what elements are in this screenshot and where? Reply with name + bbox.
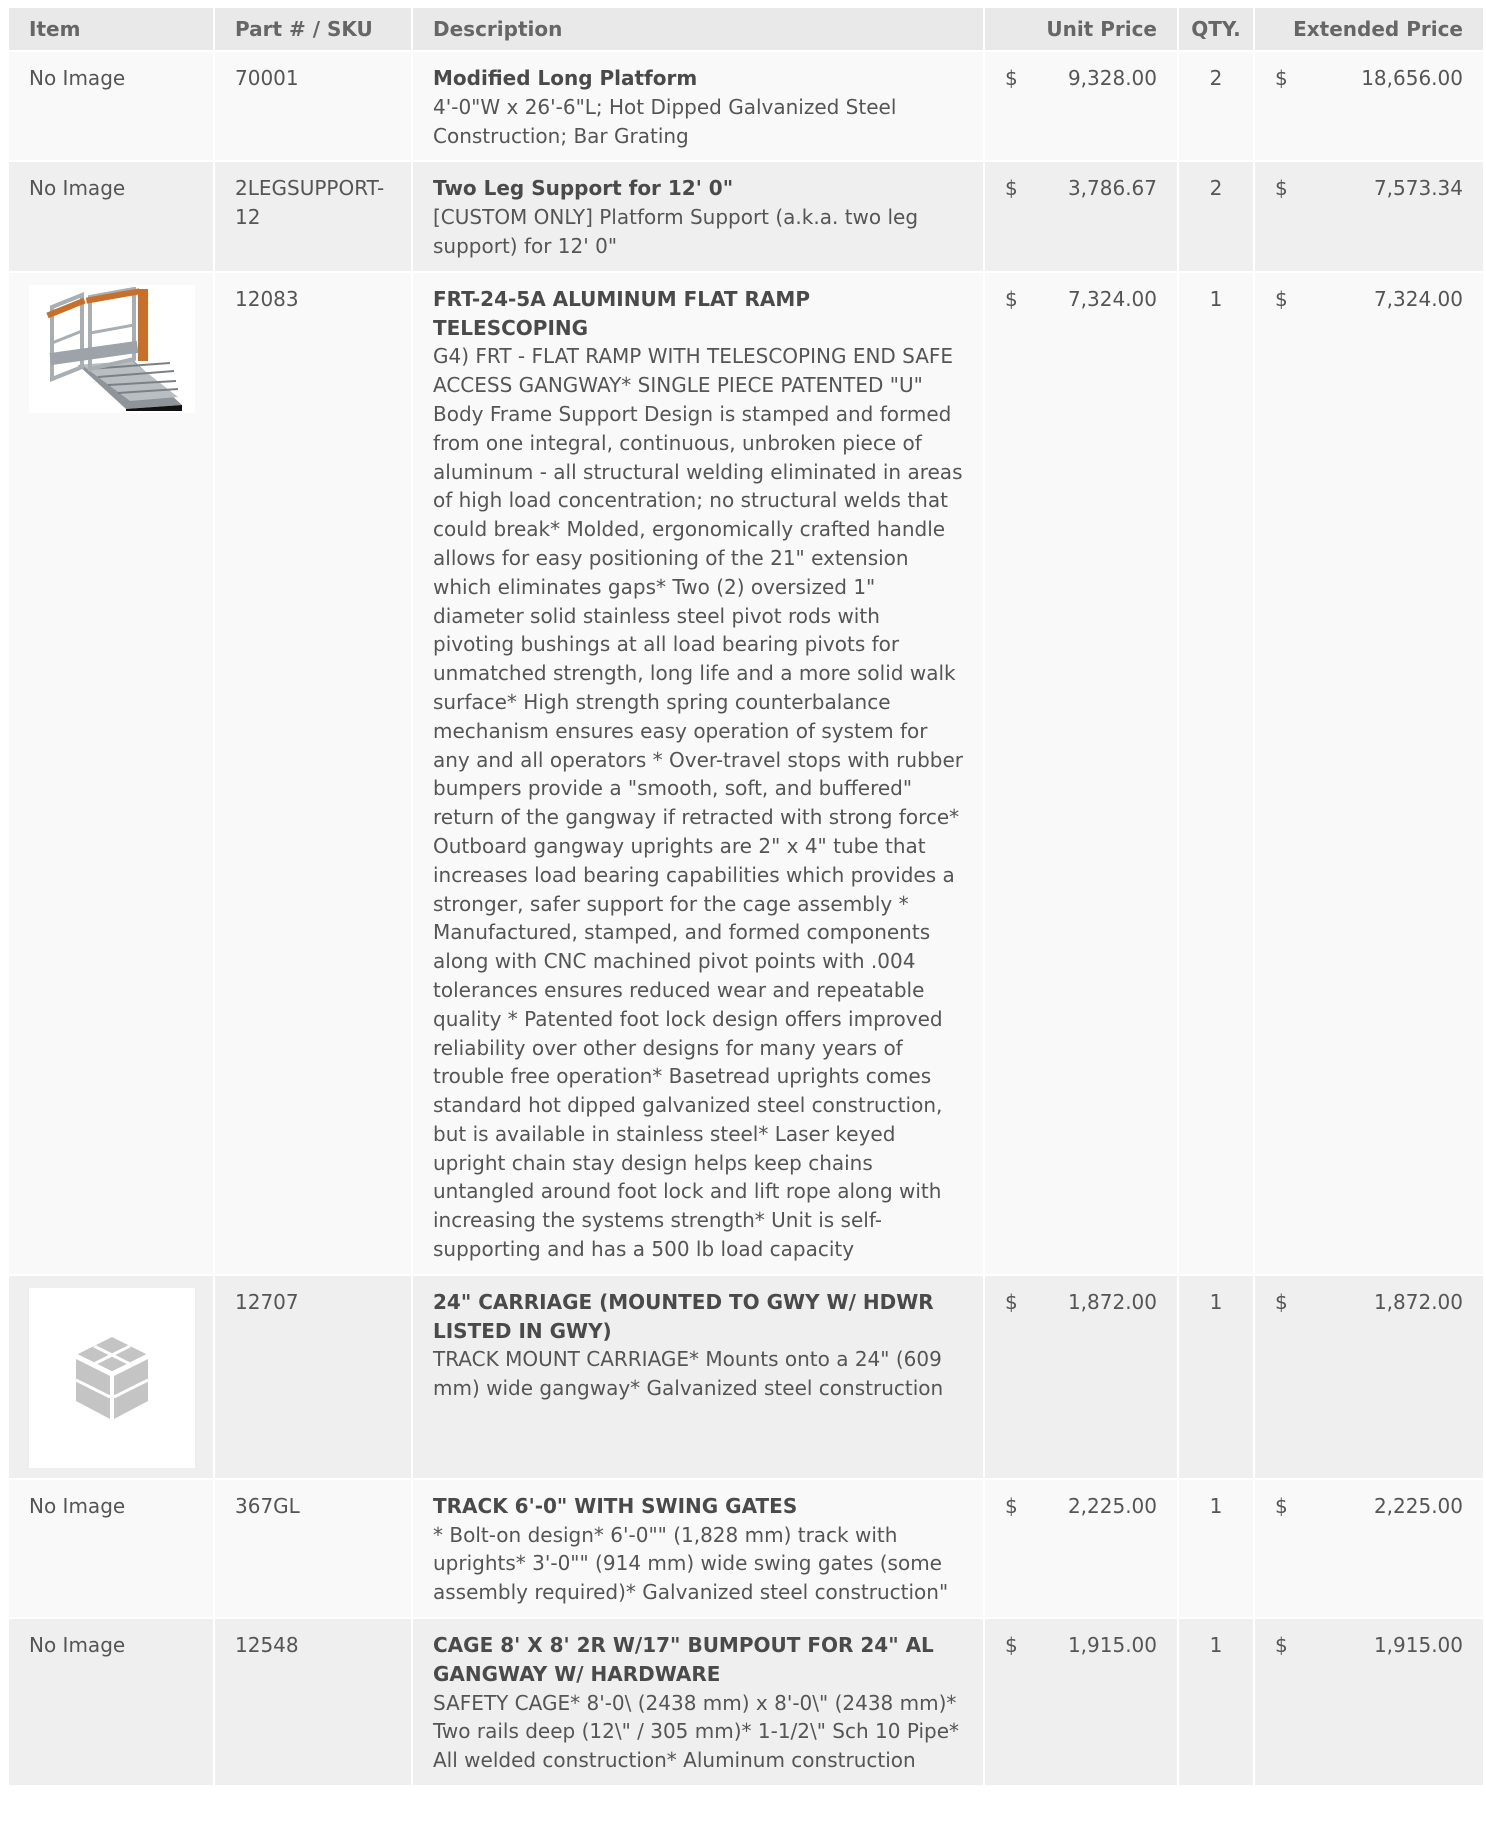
- currency-symbol: $: [1275, 1289, 1288, 1314]
- description-cell: CAGE 8' X 8' 2R W/17" BUMPOUT FOR 24" AL…: [413, 1619, 983, 1786]
- quantity: 1: [1179, 1619, 1253, 1786]
- product-description: TRACK MOUNT CARRIAGE* Mounts onto a 24" …: [433, 1347, 944, 1401]
- unit-price: 3,786.67: [1067, 176, 1157, 201]
- quantity: 2: [1179, 52, 1253, 161]
- extended-price: 2,225.00: [1373, 1493, 1463, 1518]
- header-item: Item: [9, 8, 213, 50]
- quantity: 1: [1179, 1479, 1253, 1618]
- product-title: FRT-24-5A ALUMINUM FLAT RAMP TELESCOPING: [433, 286, 810, 340]
- product-description: [CUSTOM ONLY] Platform Support (a.k.a. t…: [433, 205, 919, 258]
- extended-price-cell: $7,324.00: [1255, 272, 1483, 1274]
- currency-symbol: $: [1005, 1633, 1018, 1658]
- description-cell: Two Leg Support for 12' 0" [CUSTOM ONLY]…: [413, 162, 983, 271]
- part-number: 367GL: [215, 1479, 411, 1618]
- description-cell: TRACK 6'-0" WITH SWING GATES * Bolt-on d…: [413, 1479, 983, 1618]
- table-header-row: Item Part # / SKU Description Unit Price…: [9, 8, 1483, 50]
- gangway-ramp-photo[interactable]: [29, 284, 195, 413]
- table-row: No Image 367GL TRACK 6'-0" WITH SWING GA…: [9, 1479, 1483, 1618]
- extended-price-cell: $18,656.00: [1255, 52, 1483, 161]
- product-title: 24" CARRIAGE (MOUNTED TO GWY W/ HDWR LIS…: [433, 1289, 934, 1343]
- product-title: CAGE 8' X 8' 2R W/17" BUMPOUT FOR 24" AL…: [433, 1633, 934, 1686]
- unit-price: 1,872.00: [1067, 1289, 1157, 1314]
- item-cell: No Image: [9, 52, 213, 161]
- quantity: 1: [1179, 272, 1253, 1274]
- placeholder-image[interactable]: [29, 1287, 195, 1468]
- header-qty: QTY.: [1179, 8, 1253, 50]
- unit-price: 7,324.00: [1067, 286, 1157, 311]
- table-row: 12083 FRT-24-5A ALUMINUM FLAT RAMP TELES…: [9, 272, 1483, 1274]
- product-description: * Bolt-on design* 6'-0"" (1,828 mm) trac…: [433, 1522, 949, 1605]
- table-row: No Image 12548 CAGE 8' X 8' 2R W/17" BUM…: [9, 1619, 1483, 1786]
- item-cell: [9, 1275, 213, 1478]
- currency-symbol: $: [1005, 286, 1018, 311]
- currency-symbol: $: [1275, 1633, 1288, 1658]
- unit-price-cell: $3,786.67: [985, 162, 1177, 271]
- part-number: 12548: [215, 1619, 411, 1786]
- description-cell: FRT-24-5A ALUMINUM FLAT RAMP TELESCOPING…: [413, 272, 983, 1274]
- description-cell: Modified Long Platform 4'-0"W x 26'-6"L;…: [413, 52, 983, 161]
- unit-price: 9,328.00: [1067, 66, 1157, 90]
- header-unit-price: Unit Price: [985, 8, 1177, 50]
- item-cell: No Image: [9, 1619, 213, 1786]
- currency-symbol: $: [1275, 286, 1288, 311]
- extended-price-cell: $2,225.00: [1255, 1479, 1483, 1618]
- unit-price: 2,225.00: [1067, 1493, 1157, 1518]
- part-number: 12083: [215, 272, 411, 1274]
- table-row: 12707 24" CARRIAGE (MOUNTED TO GWY W/ HD…: [9, 1275, 1483, 1478]
- quantity: 1: [1179, 1275, 1253, 1478]
- extended-price: 7,324.00: [1373, 286, 1463, 311]
- header-part: Part # / SKU: [215, 8, 411, 50]
- part-number: 2LEGSUPPORT-12: [215, 162, 411, 271]
- currency-symbol: $: [1005, 66, 1018, 90]
- unit-price-cell: $1,872.00: [985, 1275, 1177, 1478]
- product-description: SAFETY CAGE* 8'-0\ (2438 mm) x 8'-0\" (2…: [433, 1690, 960, 1773]
- currency-symbol: $: [1275, 176, 1288, 201]
- unit-price-cell: $1,915.00: [985, 1619, 1177, 1786]
- header-description: Description: [413, 8, 983, 50]
- extended-price-cell: $7,573.34: [1255, 162, 1483, 271]
- extended-price: 7,573.34: [1373, 176, 1463, 201]
- item-cell: No Image: [9, 1479, 213, 1618]
- placeholder-box-icon: [75, 1336, 149, 1419]
- quote-line-items: Item Part # / SKU Description Unit Price…: [7, 6, 1483, 1787]
- description-cell: 24" CARRIAGE (MOUNTED TO GWY W/ HDWR LIS…: [413, 1275, 983, 1478]
- table-row: No Image 2LEGSUPPORT-12 Two Leg Support …: [9, 162, 1483, 271]
- item-cell: No Image: [9, 162, 213, 271]
- extended-price: 18,656.00: [1361, 66, 1463, 90]
- currency-symbol: $: [1275, 1493, 1288, 1518]
- part-number: 70001: [215, 52, 411, 161]
- product-title: Modified Long Platform: [433, 66, 698, 90]
- unit-price-cell: $7,324.00: [985, 272, 1177, 1274]
- extended-price: 1,872.00: [1373, 1289, 1463, 1314]
- extended-price-cell: $1,872.00: [1255, 1275, 1483, 1478]
- extended-price-cell: $1,915.00: [1255, 1619, 1483, 1786]
- item-cell: [9, 272, 213, 1274]
- header-extended-price: Extended Price: [1255, 8, 1483, 50]
- line-items-table: Item Part # / SKU Description Unit Price…: [7, 6, 1485, 1787]
- currency-symbol: $: [1005, 1289, 1018, 1314]
- unit-price: 1,915.00: [1067, 1633, 1157, 1658]
- product-title: TRACK 6'-0" WITH SWING GATES: [433, 1493, 798, 1518]
- gangway-ramp-image: [46, 286, 182, 411]
- currency-symbol: $: [1005, 176, 1018, 201]
- unit-price-cell: $9,328.00: [985, 52, 1177, 161]
- extended-price: 1,915.00: [1373, 1633, 1463, 1658]
- table-row: No Image 70001 Modified Long Platform 4'…: [9, 52, 1483, 161]
- product-description: G4) FRT - FLAT RAMP WITH TELESCOPING END…: [433, 344, 963, 1262]
- product-title: Two Leg Support for 12' 0": [433, 176, 734, 201]
- product-description: 4'-0"W x 26'-6"L; Hot Dipped Galvanized …: [433, 94, 897, 148]
- part-number: 12707: [215, 1275, 411, 1478]
- currency-symbol: $: [1275, 66, 1288, 90]
- unit-price-cell: $2,225.00: [985, 1479, 1177, 1618]
- quantity: 2: [1179, 162, 1253, 271]
- currency-symbol: $: [1005, 1493, 1018, 1518]
